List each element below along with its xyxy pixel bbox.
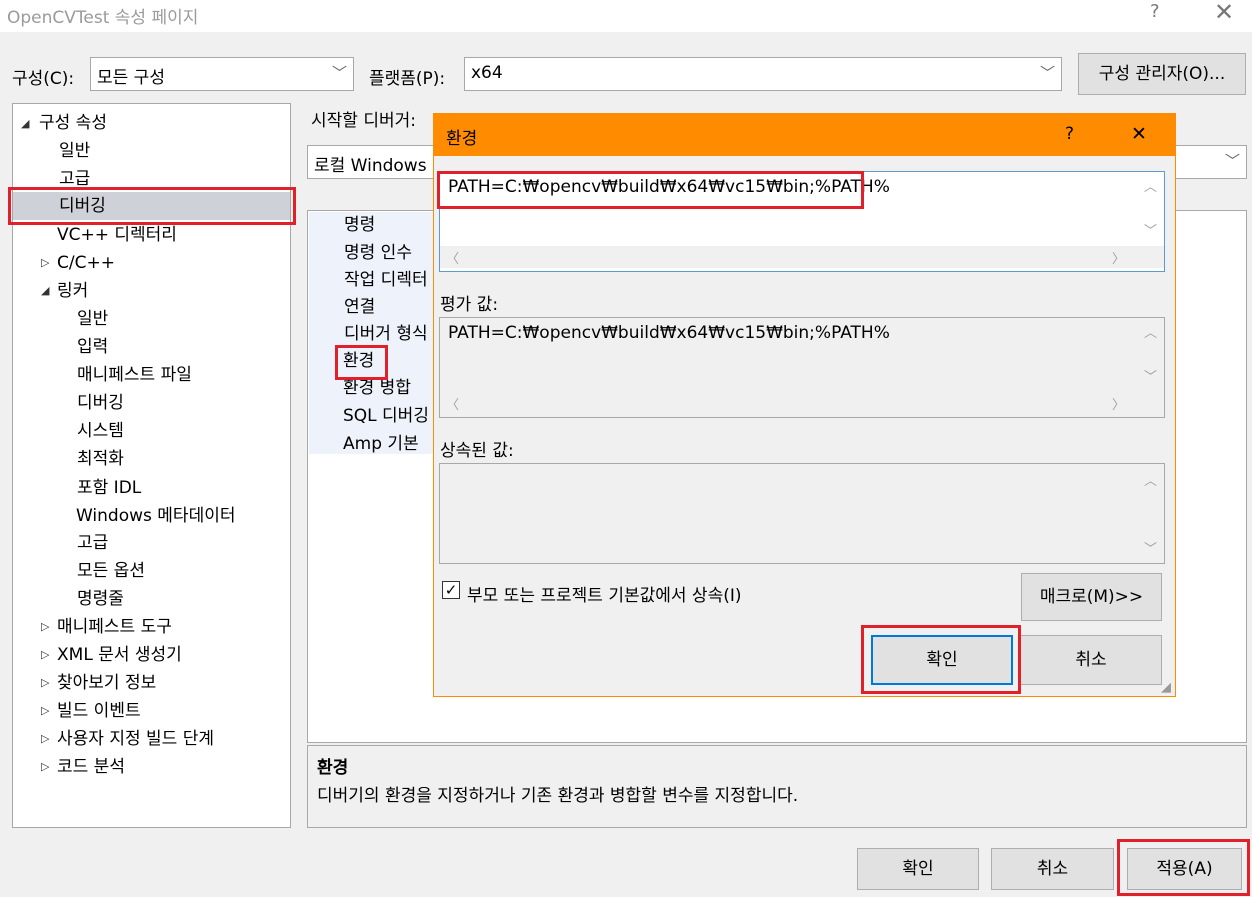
prop-command-args[interactable]: 명령 인수: [344, 241, 412, 265]
scroll-right-icon[interactable]: 〉: [1112, 394, 1125, 413]
collapsed-arrow-icon[interactable]: ▷: [41, 256, 49, 269]
title-bar: OpenCVTest 속성 페이지 ? ✕: [0, 0, 1252, 32]
inherited-textbox: ︿ ﹀: [439, 463, 1165, 564]
chevron-down-icon: ﹀: [1224, 152, 1240, 170]
highlight-box: [437, 171, 864, 209]
tree-item-embedded-idl[interactable]: 포함 IDL: [77, 476, 141, 500]
evaluated-value: PATH=C:₩opencv₩build₩x64₩vc15₩bin;%PATH%: [448, 323, 890, 343]
description-text: 디버기의 환경을 지정하거나 기존 환경과 병합할 변수를 지정합니다.: [317, 786, 799, 806]
tree-item-linker-input[interactable]: 입력: [77, 335, 108, 359]
expanded-arrow-icon[interactable]: ◢: [21, 117, 29, 130]
horizontal-scrollbar[interactable]: 〈 〉: [440, 392, 1164, 414]
highlight-box: [1117, 839, 1250, 896]
inherit-checkbox-label[interactable]: 부모 또는 프로젝트 기본값에서 상속(I): [467, 581, 742, 606]
expanded-arrow-icon[interactable]: ◢: [41, 284, 49, 297]
window-title: OpenCVTest 속성 페이지: [7, 8, 199, 28]
tree-item-linker-general[interactable]: 일반: [77, 307, 108, 331]
tree-item-command-line[interactable]: 명령줄: [77, 587, 124, 611]
scroll-up-icon[interactable]: ︿: [1144, 322, 1157, 341]
platform-select[interactable]: x64 ﹀: [464, 57, 1062, 91]
tree-item-code-analysis[interactable]: 코드 분석: [57, 755, 125, 779]
config-manager-button[interactable]: 구성 관리자(O)...: [1078, 53, 1246, 95]
prop-amp-default[interactable]: Amp 기본: [343, 432, 419, 456]
vertical-scrollbar[interactable]: ︿ ﹀: [1138, 318, 1164, 392]
prop-debugger-type[interactable]: 디버거 형식: [344, 322, 428, 346]
close-icon[interactable]: ✕: [1214, 0, 1234, 26]
inherited-label: 상속된 값:: [440, 441, 514, 461]
evaluated-label: 평가 값:: [440, 295, 499, 315]
scroll-down-icon[interactable]: ﹀: [1144, 538, 1157, 557]
chevron-down-icon: ﹀: [1039, 64, 1055, 82]
scroll-down-icon[interactable]: ﹀: [1144, 366, 1157, 385]
collapsed-arrow-icon[interactable]: ▷: [41, 620, 49, 633]
tree-item-vc-directories[interactable]: VC++ 디렉터리: [57, 223, 177, 247]
collapsed-arrow-icon[interactable]: ▷: [41, 676, 49, 689]
vertical-scrollbar[interactable]: ︿ ﹀: [1138, 172, 1164, 246]
tree-item-general[interactable]: 일반: [59, 139, 90, 163]
environment-dialog: 환경 ? ✕ PATH=C:₩opencv₩build₩x64₩vc15₩bin…: [433, 113, 1176, 697]
tree-item-optimization[interactable]: 최적화: [77, 447, 124, 471]
dialog-title: 환경: [446, 129, 478, 149]
tree-item-all-options[interactable]: 모든 옵션: [77, 559, 145, 583]
highlight-box: [861, 625, 1021, 694]
tree-item-manifest-tool[interactable]: 매니페스트 도구: [57, 615, 172, 639]
tree-item-linker-debugging[interactable]: 디버깅: [77, 391, 124, 415]
macro-button[interactable]: 매크로(M)>>: [1021, 573, 1162, 621]
vertical-scrollbar[interactable]: ︿ ﹀: [1138, 464, 1164, 563]
tree-item-build-events[interactable]: 빌드 이벤트: [57, 699, 141, 723]
tree-item-manifest-file[interactable]: 매니페스트 파일: [77, 363, 192, 387]
scroll-left-icon[interactable]: 〈: [446, 394, 459, 413]
highlight-box: [335, 345, 388, 380]
debugger-value: 로컬 Windows: [314, 156, 427, 176]
prop-sql-debugging[interactable]: SQL 디버깅: [343, 404, 429, 428]
dialog-cancel-button[interactable]: 취소: [1020, 635, 1162, 685]
evaluated-textbox: PATH=C:₩opencv₩build₩x64₩vc15₩bin;%PATH%…: [439, 317, 1165, 418]
resize-grip-icon[interactable]: ◢: [1161, 680, 1171, 695]
description-title: 환경: [317, 758, 349, 778]
config-value: 모든 구성: [97, 68, 165, 88]
tree-item-linker[interactable]: 링커: [57, 279, 88, 303]
tree-item-system[interactable]: 시스템: [77, 419, 124, 443]
scroll-up-icon[interactable]: ︿: [1144, 176, 1157, 195]
ok-button[interactable]: 확인: [857, 848, 979, 890]
tree-item-custom-build-step[interactable]: 사용자 지정 빌드 단계: [57, 727, 214, 751]
horizontal-scrollbar[interactable]: 〈 〉: [440, 246, 1164, 268]
tree-item-config-properties[interactable]: 구성 속성: [39, 111, 107, 135]
config-select[interactable]: 모든 구성 ﹀: [90, 57, 354, 91]
platform-value: x64: [471, 63, 503, 83]
tree-item-linker-advanced[interactable]: 고급: [77, 531, 108, 555]
tree-item-cpp[interactable]: C/C++: [57, 251, 115, 275]
description-panel: 환경 디버기의 환경을 지정하거나 기존 환경과 병합할 변수를 지정합니다.: [307, 745, 1247, 828]
debugger-label: 시작할 디버거:: [311, 111, 416, 131]
cancel-button[interactable]: 취소: [991, 848, 1114, 890]
close-icon[interactable]: ✕: [1131, 123, 1147, 145]
highlight-box: [8, 187, 296, 225]
collapsed-arrow-icon[interactable]: ▷: [41, 760, 49, 773]
scroll-left-icon[interactable]: 〈: [446, 248, 459, 267]
tree-item-windows-metadata[interactable]: Windows 메타데이터: [76, 504, 236, 528]
inherit-checkbox[interactable]: ✓: [442, 581, 460, 599]
prop-command[interactable]: 명령: [344, 213, 375, 237]
platform-label: 플랫폼(P):: [369, 69, 446, 89]
collapsed-arrow-icon[interactable]: ▷: [41, 648, 49, 661]
chevron-down-icon: ﹀: [331, 64, 347, 82]
tree-item-xml-doc-generator[interactable]: XML 문서 생성기: [57, 643, 182, 667]
scroll-down-icon[interactable]: ﹀: [1144, 220, 1157, 239]
prop-attach[interactable]: 연결: [344, 295, 375, 319]
dialog-title-bar: 환경 ? ✕: [434, 114, 1175, 156]
help-icon[interactable]: ?: [1150, 1, 1160, 22]
prop-working-dir[interactable]: 작업 디렉터: [344, 268, 428, 292]
tree-item-browse-info[interactable]: 찾아보기 정보: [57, 671, 156, 695]
scroll-up-icon[interactable]: ︿: [1144, 470, 1157, 489]
collapsed-arrow-icon[interactable]: ▷: [41, 704, 49, 717]
config-label: 구성(C):: [12, 69, 75, 89]
help-icon[interactable]: ?: [1065, 124, 1074, 144]
collapsed-arrow-icon[interactable]: ▷: [41, 732, 49, 745]
scroll-right-icon[interactable]: 〉: [1112, 248, 1125, 267]
